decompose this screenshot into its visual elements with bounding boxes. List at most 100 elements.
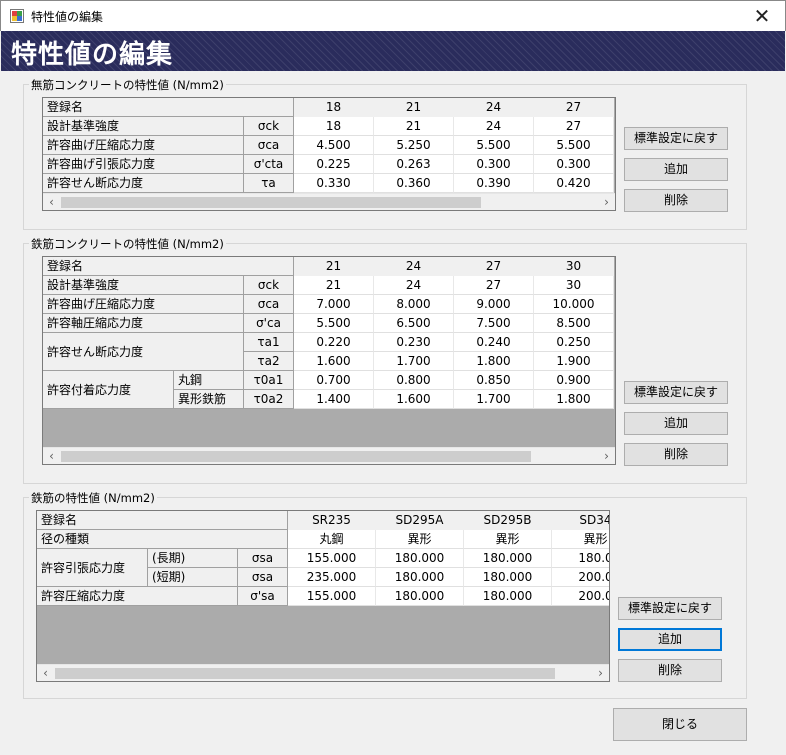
value-cell[interactable]: 180.000 [376, 549, 464, 568]
value-cell[interactable]: 24 [454, 117, 534, 136]
value-cell[interactable]: 0.390 [454, 174, 534, 193]
value-cell[interactable]: 1.700 [374, 352, 454, 371]
plain-concrete-grid[interactable]: 登録名 18 21 24 27 設計基準強度 σck 18 21 24 27 許容曲げ圧縮応力度 σca… [42, 97, 616, 211]
value-cell[interactable]: 0.800 [374, 371, 454, 390]
value-cell[interactable]: 18 [294, 117, 374, 136]
value-cell[interactable]: 5.500 [454, 136, 534, 155]
value-cell[interactable]: 5.500 [534, 136, 614, 155]
rebar-delete-button[interactable]: 削除 [618, 659, 722, 682]
scroll-right-icon[interactable]: › [598, 194, 615, 210]
value-cell[interactable]: 200.0 [552, 568, 609, 587]
horizontal-scrollbar[interactable]: ‹ › [37, 664, 609, 681]
row-label: 許容曲げ圧縮応力度 [43, 136, 244, 155]
value-cell[interactable]: 10.000 [534, 295, 614, 314]
close-window-icon[interactable]: ✕ [747, 3, 777, 29]
scrollbar-thumb[interactable] [55, 668, 555, 679]
value-cell[interactable]: 155.000 [288, 587, 376, 606]
scroll-left-icon[interactable]: ‹ [43, 194, 60, 210]
rc-concrete-add-button[interactable]: 追加 [624, 412, 728, 435]
scroll-right-icon[interactable]: › [592, 665, 609, 681]
value-cell[interactable]: 180.000 [464, 568, 552, 587]
value-cell[interactable]: 21 [374, 117, 454, 136]
value-cell[interactable]: 丸鋼 [288, 530, 376, 549]
value-cell[interactable]: 24 [374, 276, 454, 295]
plain-concrete-reset-button[interactable]: 標準設定に戻す [624, 127, 728, 150]
value-cell[interactable]: 180.0 [552, 549, 609, 568]
value-cell[interactable]: 1.800 [454, 352, 534, 371]
row-symbol: σck [244, 117, 294, 136]
value-cell[interactable]: 0.250 [534, 333, 614, 352]
tension-group-label: 許容引張応力度 [37, 549, 148, 587]
row-sublabel: (短期) [148, 568, 238, 587]
value-cell[interactable]: 1.700 [454, 390, 534, 409]
value-cell[interactable]: 0.330 [294, 174, 374, 193]
plain-concrete-add-button[interactable]: 追加 [624, 158, 728, 181]
scrollbar-thumb[interactable] [61, 451, 531, 462]
scrollbar-thumb[interactable] [61, 197, 481, 208]
value-cell[interactable]: 1.600 [374, 390, 454, 409]
close-button[interactable]: 閉じる [613, 708, 747, 741]
rebar-add-button[interactable]: 追加 [618, 628, 722, 651]
row-symbol: σca [244, 295, 294, 314]
value-cell[interactable]: 21 [294, 276, 374, 295]
value-cell[interactable]: 0.225 [294, 155, 374, 174]
row-sublabel: 丸鋼 [174, 371, 244, 390]
value-cell[interactable]: 27 [534, 117, 614, 136]
row-symbol: σ'ca [244, 314, 294, 333]
value-cell[interactable]: 1.400 [294, 390, 374, 409]
value-cell[interactable]: 5.250 [374, 136, 454, 155]
value-cell[interactable]: 155.000 [288, 549, 376, 568]
rc-concrete-delete-button[interactable]: 削除 [624, 443, 728, 466]
horizontal-scrollbar[interactable]: ‹ › [43, 193, 615, 210]
value-cell[interactable]: 異形 [552, 530, 609, 549]
plain-concrete-delete-button[interactable]: 削除 [624, 189, 728, 212]
value-cell[interactable]: 0.420 [534, 174, 614, 193]
value-cell[interactable]: 4.500 [294, 136, 374, 155]
value-cell[interactable]: 0.360 [374, 174, 454, 193]
rc-concrete-reset-button[interactable]: 標準設定に戻す [624, 381, 728, 404]
row-label: 設計基準強度 [43, 117, 244, 136]
value-cell[interactable]: 8.500 [534, 314, 614, 333]
value-cell[interactable]: 1.600 [294, 352, 374, 371]
value-cell[interactable]: 0.300 [534, 155, 614, 174]
value-cell[interactable]: 235.000 [288, 568, 376, 587]
value-cell[interactable]: 0.700 [294, 371, 374, 390]
value-cell[interactable]: 7.500 [454, 314, 534, 333]
value-cell[interactable]: 0.300 [454, 155, 534, 174]
rc-concrete-grid[interactable]: 登録名 21 24 27 30 設計基準強度 σck 21 24 27 30 許容曲げ圧縮応力度 σca… [42, 256, 616, 465]
scroll-left-icon[interactable]: ‹ [43, 448, 60, 464]
value-cell[interactable]: 9.000 [454, 295, 534, 314]
scroll-left-icon[interactable]: ‹ [37, 665, 54, 681]
column-header: 18 [294, 98, 374, 117]
scroll-right-icon[interactable]: › [598, 448, 615, 464]
value-cell[interactable]: 27 [454, 276, 534, 295]
value-cell[interactable]: 180.000 [376, 568, 464, 587]
value-cell[interactable]: 8.000 [374, 295, 454, 314]
horizontal-scrollbar[interactable]: ‹ › [43, 447, 615, 464]
value-cell[interactable]: 6.500 [374, 314, 454, 333]
value-cell[interactable]: 1.900 [534, 352, 614, 371]
rebar-reset-button[interactable]: 標準設定に戻す [618, 597, 722, 620]
value-cell[interactable]: 5.500 [294, 314, 374, 333]
value-cell[interactable]: 0.240 [454, 333, 534, 352]
value-cell[interactable]: 200.0 [552, 587, 609, 606]
rebar-grid[interactable]: 登録名 SR235 SD295A SD295B SD34 径の種類 丸鋼 異形 異形 異形 許容引張… [36, 510, 610, 682]
row-symbol: τa [244, 174, 294, 193]
value-cell[interactable]: 異形 [464, 530, 552, 549]
value-cell[interactable]: 180.000 [376, 587, 464, 606]
value-cell[interactable]: 7.000 [294, 295, 374, 314]
value-cell[interactable]: 0.263 [374, 155, 454, 174]
column-header: SD295A [376, 511, 464, 530]
value-cell[interactable]: 30 [534, 276, 614, 295]
value-cell[interactable]: 0.220 [294, 333, 374, 352]
row-symbol: τ0a2 [244, 390, 294, 409]
row-symbol: τa1 [244, 333, 294, 352]
value-cell[interactable]: 0.230 [374, 333, 454, 352]
value-cell[interactable]: 180.000 [464, 587, 552, 606]
value-cell[interactable]: 0.900 [534, 371, 614, 390]
value-cell[interactable]: 0.850 [454, 371, 534, 390]
value-cell[interactable]: 1.800 [534, 390, 614, 409]
header-label-cell: 登録名 [43, 98, 294, 117]
value-cell[interactable]: 異形 [376, 530, 464, 549]
value-cell[interactable]: 180.000 [464, 549, 552, 568]
